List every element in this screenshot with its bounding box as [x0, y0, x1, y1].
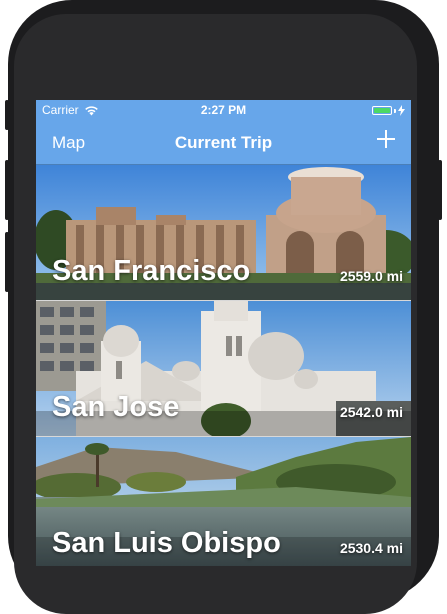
navigation-bar: Map Current Trip: [36, 120, 411, 165]
screen: Carrier 2:27 PM Map Current Trip San Fra…: [36, 100, 411, 566]
page-title: Current Trip: [174, 133, 273, 152]
city-name: San Francisco: [52, 255, 251, 287]
charging-bolt-icon: [398, 105, 405, 116]
plus-icon: [377, 130, 395, 148]
status-bar: Carrier 2:27 PM: [36, 100, 411, 120]
trip-distance: 2559.0 mi: [339, 268, 403, 284]
trip-distance: 2542.0 mi: [339, 404, 403, 420]
trip-row[interactable]: San Francisco 2559.0 mi: [36, 165, 411, 301]
status-time: 2:27 PM: [200, 103, 247, 117]
mute-switch: [5, 100, 9, 130]
trip-list: San Francisco 2559.0 mi San Jose 2542.0 …: [36, 165, 411, 566]
city-name: San Luis Obispo: [52, 527, 281, 559]
battery-icon: [372, 105, 405, 116]
trip-row[interactable]: San Jose 2542.0 mi: [36, 301, 411, 437]
volume-down-button: [5, 232, 9, 292]
volume-up-button: [5, 160, 9, 220]
city-name: San Jose: [52, 391, 180, 423]
trip-row[interactable]: San Luis Obispo 2530.4 mi: [36, 437, 411, 566]
add-button[interactable]: [375, 128, 397, 150]
power-button: [438, 160, 442, 220]
trip-distance: 2530.4 mi: [339, 540, 403, 556]
